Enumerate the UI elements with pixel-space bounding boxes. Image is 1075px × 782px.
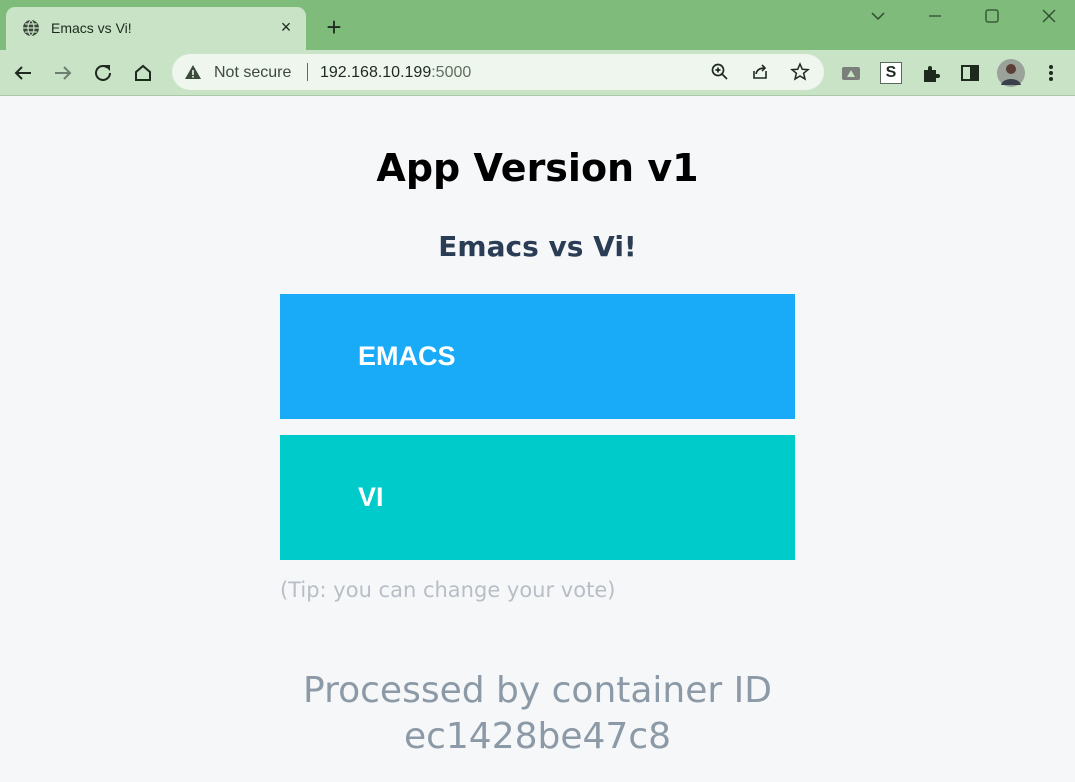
vote-tip: (Tip: you can change your vote) <box>280 578 616 602</box>
url-host: 192.168.10.199 <box>320 64 432 81</box>
minimize-icon[interactable] <box>923 4 947 28</box>
back-arrow-icon[interactable] <box>9 59 37 87</box>
container-info: Processed by container ID ec1428be47c8 <box>0 668 1075 760</box>
url-port: :5000 <box>431 64 472 81</box>
forward-arrow-icon[interactable] <box>49 59 77 87</box>
processed-label: Processed by container ID <box>303 670 772 711</box>
s-extension-icon[interactable]: S <box>880 62 902 84</box>
tab-close-icon[interactable]: × <box>276 17 296 37</box>
browser-toolbar: Not secure 192.168.10.199:5000 S <box>0 50 1075 96</box>
extensions-puzzle-icon[interactable] <box>920 62 942 84</box>
drive-extension-icon[interactable] <box>840 62 862 84</box>
vote-vi-button[interactable]: VI <box>280 435 795 560</box>
close-window-icon[interactable] <box>1037 4 1061 28</box>
profile-avatar[interactable] <box>997 59 1025 87</box>
maximize-icon[interactable] <box>980 4 1004 28</box>
tab-strip: Emacs vs Vi! × + <box>0 0 1075 50</box>
bookmark-star-icon[interactable] <box>790 62 810 82</box>
page-subtitle: Emacs vs Vi! <box>438 230 637 263</box>
zoom-icon[interactable] <box>710 62 730 82</box>
globe-icon <box>23 19 39 37</box>
menu-kebab-icon[interactable] <box>1040 62 1062 84</box>
address-bar[interactable]: Not secure 192.168.10.199:5000 <box>172 54 824 90</box>
new-tab-button[interactable]: + <box>320 14 348 42</box>
address-separator <box>307 63 308 81</box>
reload-icon[interactable] <box>89 59 117 87</box>
share-icon[interactable] <box>750 62 770 82</box>
home-icon[interactable] <box>129 59 157 87</box>
security-status[interactable]: Not secure <box>214 64 291 82</box>
page-title: App Version v1 <box>376 146 699 190</box>
side-panel-icon[interactable] <box>959 62 981 84</box>
tab-title: Emacs vs Vi! <box>51 20 132 36</box>
warning-icon[interactable] <box>184 64 202 80</box>
container-id: ec1428be47c8 <box>403 716 672 757</box>
vote-emacs-button[interactable]: EMACS <box>280 294 795 419</box>
browser-window: Emacs vs Vi! × + Not secure 192.168.10.1… <box>0 0 1075 782</box>
page-content: App Version v1 Emacs vs Vi! EMACS VI (Ti… <box>0 96 1075 782</box>
tab-emacs-vs-vi[interactable]: Emacs vs Vi! × <box>6 7 306 50</box>
url-text[interactable]: 192.168.10.199:5000 <box>320 64 471 82</box>
tab-search-icon[interactable] <box>866 4 890 28</box>
